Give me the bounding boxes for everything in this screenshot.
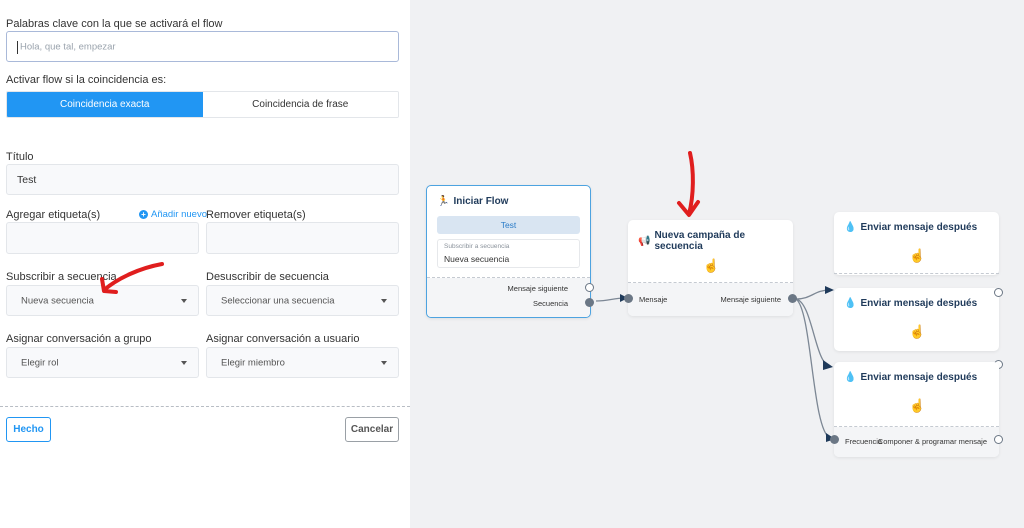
- flow-settings-panel: Palabras clave con la que se activará el…: [0, 0, 410, 528]
- subscribe-select[interactable]: Nueva secuencia: [6, 285, 199, 316]
- text-cursor: [17, 41, 18, 54]
- node-divider: [834, 273, 999, 274]
- pointer-hand-icon: ☝: [909, 398, 926, 413]
- port-next-message[interactable]: [585, 283, 594, 292]
- send-node-header: 💧 Enviar mensaje después: [844, 222, 977, 233]
- user-value: Elegir miembro: [221, 357, 285, 368]
- group-select[interactable]: Elegir rol: [6, 347, 199, 378]
- unsubscribe-select[interactable]: Seleccionar una secuencia: [206, 285, 399, 316]
- send-node-title: Enviar mensaje después: [860, 222, 978, 233]
- pointer-hand-icon: ☝: [703, 258, 720, 273]
- pointer-hand-icon: ☝: [909, 324, 926, 339]
- port-label-sequence: Secuencia: [532, 299, 568, 308]
- port-label-compose: Componer & programar mensaje: [877, 437, 987, 446]
- add-tag-input[interactable]: [6, 222, 199, 254]
- port-label-frequency: Frecuencia: [845, 437, 883, 446]
- send-message-node[interactable]: 💧 Enviar mensaje después ☝: [834, 212, 999, 275]
- unsubscribe-label: Desuscribir de secuencia: [206, 271, 329, 283]
- activate-label: Activar flow si la coincidencia es:: [6, 74, 167, 86]
- start-subscribe-box: Subscribir a secuencia Nueva secuencia: [437, 239, 580, 268]
- chevron-down-icon: [381, 298, 387, 303]
- add-new-tag-link[interactable]: + Añadir nuevo: [139, 209, 207, 220]
- remove-tag-input[interactable]: [206, 222, 399, 254]
- chevron-down-icon: [181, 360, 187, 365]
- start-subscribe-value: Nueva secuencia: [444, 254, 510, 264]
- start-node-header: 🏃 Iniciar Flow: [437, 196, 508, 207]
- sequence-node-header: 📢 Nueva campaña de secuencia: [638, 230, 793, 252]
- group-label: Asignar conversación a grupo: [6, 333, 152, 345]
- port-frequency-in[interactable]: [830, 435, 839, 444]
- form-divider: [0, 406, 410, 407]
- user-label: Asignar conversación a usuario: [206, 333, 360, 345]
- droplet-icon: 💧: [844, 222, 857, 233]
- port-label-next: Mensaje siguiente: [720, 295, 781, 304]
- sequence-campaign-node[interactable]: 📢 Nueva campaña de secuencia ☝ Mensaje M…: [624, 220, 797, 316]
- sequence-node-title: Nueva campaña de secuencia: [654, 230, 746, 252]
- match-exact-option[interactable]: Coincidencia exacta: [7, 92, 203, 117]
- remove-tag-label: Remover etiqueta(s): [206, 209, 306, 221]
- user-select[interactable]: Elegir miembro: [206, 347, 399, 378]
- keywords-label: Palabras clave con la que se activará el…: [6, 18, 223, 30]
- port-sequence[interactable]: [585, 298, 594, 307]
- send-message-node[interactable]: 💧 Enviar mensaje después ☝ Frecuencia Co…: [830, 362, 1003, 457]
- add-new-label: Añadir nuevo: [151, 209, 207, 220]
- title-input[interactable]: Test: [6, 164, 399, 195]
- match-type-toggle: Coincidencia exacta Coincidencia de fras…: [6, 91, 399, 118]
- plus-circle-icon: +: [139, 210, 148, 219]
- unsubscribe-value: Seleccionar una secuencia: [221, 295, 335, 306]
- add-tag-label: Agregar etiqueta(s): [6, 209, 101, 221]
- send-node-header: 💧 Enviar mensaje después: [844, 372, 977, 383]
- title-label: Título: [6, 151, 34, 163]
- person-running-icon: 🏃: [437, 196, 450, 207]
- port-label-message: Mensaje: [639, 295, 668, 304]
- cancel-button[interactable]: Cancelar: [345, 417, 399, 442]
- done-button[interactable]: Hecho: [6, 417, 51, 442]
- send-node-header: 💧 Enviar mensaje después: [844, 298, 977, 309]
- test-button[interactable]: Test: [437, 216, 580, 234]
- subscribe-label: Subscribir a secuencia: [6, 271, 117, 283]
- subscribe-value: Nueva secuencia: [21, 295, 94, 306]
- start-node-title: Iniciar Flow: [453, 196, 509, 207]
- chevron-down-icon: [181, 298, 187, 303]
- port-compose-out[interactable]: [994, 435, 1003, 444]
- droplet-icon: 💧: [844, 298, 857, 309]
- send-node-title: Enviar mensaje después: [860, 298, 978, 309]
- port-label-next: Mensaje siguiente: [507, 284, 568, 293]
- port-message-in[interactable]: [624, 294, 633, 303]
- megaphone-icon: 📢: [638, 235, 651, 247]
- droplet-icon: 💧: [844, 372, 857, 383]
- send-message-node[interactable]: 💧 Enviar mensaje después ☝: [834, 288, 1003, 369]
- send-node-title: Enviar mensaje después: [860, 372, 978, 383]
- pointer-hand-icon: ☝: [909, 248, 926, 263]
- keywords-input[interactable]: Hola, que tal, empezar: [6, 31, 399, 62]
- match-phrase-option[interactable]: Coincidencia de frase: [202, 92, 398, 117]
- start-flow-node[interactable]: 🏃 Iniciar Flow Test Subscribir a secuenc…: [426, 185, 594, 318]
- group-value: Elegir rol: [21, 357, 59, 368]
- start-subscribe-label: Subscribir a secuencia: [444, 243, 510, 250]
- chevron-down-icon: [381, 360, 387, 365]
- port-out[interactable]: [994, 288, 1003, 297]
- title-value: Test: [17, 173, 37, 186]
- port-next-out[interactable]: [788, 294, 797, 303]
- keywords-placeholder: Hola, que tal, empezar: [20, 41, 116, 52]
